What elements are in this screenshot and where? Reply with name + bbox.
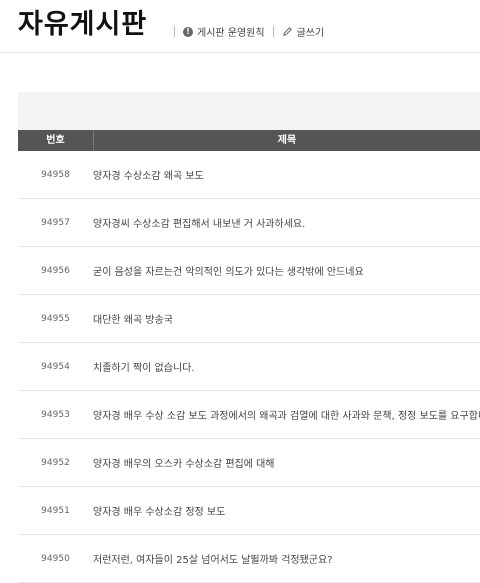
table-body: 94958 양자경 수상소감 왜곡 보도 94957 양자경씨 수상소감 편집해서 내…: [18, 151, 480, 583]
post-title-link[interactable]: 대단한 왜곡 방송국: [93, 311, 480, 326]
post-title-link[interactable]: 치졸하기 짝이 없습니다.: [93, 359, 480, 374]
post-number: 94953: [41, 409, 70, 420]
table-row[interactable]: 94950 저런저런, 여자들이 25살 넘어서도 날뛸까봐 걱정됐군요?: [18, 535, 480, 583]
post-number: 94957: [41, 217, 70, 228]
column-header-number: 번호: [18, 130, 94, 151]
post-number: 94951: [41, 505, 70, 516]
table-header: 번호 제목: [18, 130, 480, 151]
post-title-link[interactable]: 양자경 배우 수상 소감 보도 과정에서의 왜곡과 검열에 대한 사과와 문책,…: [93, 407, 480, 422]
post-title-link[interactable]: 양자경 배우의 오스카 수상소감 편집에 대해: [93, 455, 480, 470]
post-title-link[interactable]: 저런저런, 여자들이 25살 넘어서도 날뛸까봐 걱정됐군요?: [93, 551, 480, 566]
table-row[interactable]: 94954 치졸하기 짝이 없습니다.: [18, 343, 480, 391]
table-row[interactable]: 94953 양자경 배우 수상 소감 보도 과정에서의 왜곡과 검열에 대한 사과…: [18, 391, 480, 439]
board-rules-link[interactable]: ! 게시판 운영원칙: [175, 24, 273, 39]
post-number: 94950: [41, 553, 70, 564]
post-title-link[interactable]: 양자경 수상소감 왜곡 보도: [93, 167, 480, 182]
table-row[interactable]: 94952 양자경 배우의 오스카 수상소감 편집에 대해: [18, 439, 480, 487]
board-toolbar-area: [18, 92, 480, 130]
post-number: 94955: [41, 313, 70, 324]
page-title: 자유게시판: [18, 9, 148, 40]
board-rules-label: 게시판 운영원칙: [197, 28, 265, 39]
column-header-title: 제목: [277, 135, 297, 146]
post-title-link[interactable]: 양자경 배우 수상소감 정정 보도: [93, 503, 480, 518]
post-number: 94958: [41, 169, 70, 180]
table-row[interactable]: 94951 양자경 배우 수상소감 정정 보도: [18, 487, 480, 535]
post-number: 94956: [41, 265, 70, 276]
post-table: 번호 제목 94958 양자경 수상소감 왜곡 보도 94957 양자경씨 수상소감 …: [18, 130, 480, 583]
pencil-icon: [282, 27, 292, 36]
info-icon: !: [183, 26, 193, 37]
write-post-label: 글쓰기: [296, 28, 325, 39]
post-number: 94954: [41, 361, 70, 372]
write-post-link[interactable]: 글쓰기: [274, 24, 333, 39]
post-title-link[interactable]: 굳이 음성을 자르는건 악의적인 의도가 있다는 생각밖에 안드네요: [93, 263, 480, 278]
table-row[interactable]: 94955 대단한 왜곡 방송국: [18, 295, 480, 343]
page-header: 자유게시판 ! 게시판 운영원칙 글쓰기: [0, 0, 480, 53]
post-number: 94952: [41, 457, 70, 468]
post-title-link[interactable]: 양자경씨 수상소감 편집해서 내보낸 거 사과하세요.: [93, 215, 480, 230]
table-row[interactable]: 94956 굳이 음성을 자르는건 악의적인 의도가 있다는 생각밖에 안드네요: [18, 247, 480, 295]
table-row[interactable]: 94958 양자경 수상소감 왜곡 보도: [18, 151, 480, 199]
table-row[interactable]: 94957 양자경씨 수상소감 편집해서 내보낸 거 사과하세요.: [18, 199, 480, 247]
header-links: ! 게시판 운영원칙 글쓰기: [174, 24, 332, 39]
